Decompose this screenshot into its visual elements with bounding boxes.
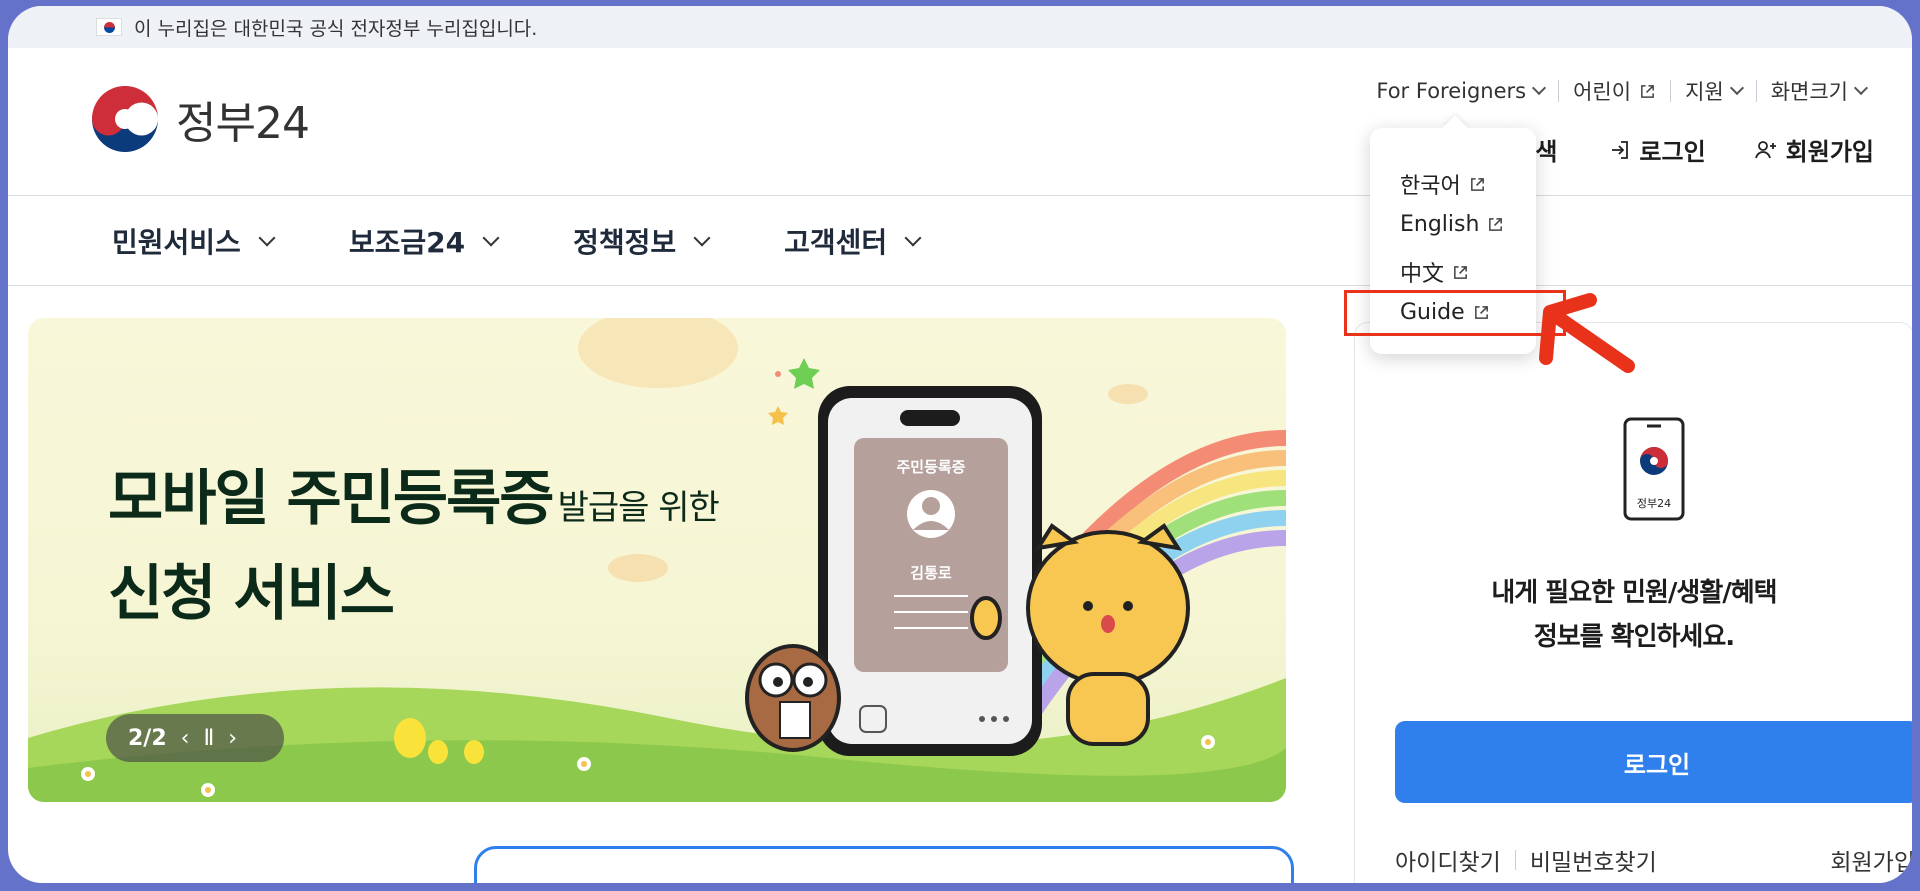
- hero-banner[interactable]: 모바일 주민등록증 발급을 위한 신청 서비스 주민등록증 김통로 2/2 ‹ …: [28, 318, 1286, 802]
- gnb-item-subsidy[interactable]: 보조금24: [348, 221, 500, 261]
- external-link-icon: [1470, 177, 1484, 191]
- kids-label: 어린이: [1573, 80, 1632, 104]
- chevron-down-icon: [693, 229, 711, 246]
- logo-text: 정부24: [176, 98, 310, 149]
- for-foreigners-label: For Foreigners: [1376, 79, 1527, 103]
- id-card-title: 주민등록증: [896, 458, 966, 476]
- for-foreigners-menu[interactable]: For Foreigners: [1376, 79, 1547, 103]
- external-link-icon: [1641, 84, 1655, 98]
- gnb-label: 고객센터: [784, 225, 888, 259]
- kids-link[interactable]: 어린이: [1573, 76, 1656, 106]
- browser-frame: 이 누리집은 대한민국 공식 전자정부 누리집입니다. 정부24 For For…: [8, 6, 1912, 883]
- gnb-label: 민원서비스: [112, 225, 241, 259]
- headline-small: 발급을 위한: [557, 488, 720, 528]
- language-option-korean[interactable]: 한국어: [1400, 168, 1486, 200]
- pager-count: 2/2: [128, 725, 167, 751]
- gnb-item-civil-service[interactable]: 민원서비스: [112, 221, 276, 261]
- panel-title: 내게 필요한 민원/생활/혜택 정보를 확인하세요.: [1355, 571, 1912, 659]
- signup-label: 회원가입: [1785, 138, 1874, 166]
- option-label: 中文: [1400, 262, 1445, 287]
- gnb-item-policy[interactable]: 정책정보: [573, 221, 711, 261]
- banner-headline: 모바일 주민등록증 발급을 위한 신청 서비스: [108, 450, 720, 632]
- login-link[interactable]: 로그인: [1609, 132, 1706, 167]
- panel-title-line1: 내게 필요한 민원/생활/혜택: [1491, 578, 1777, 608]
- support-menu[interactable]: 지원: [1685, 76, 1744, 106]
- panel-title-line2: 정보를 확인하세요.: [1533, 622, 1735, 652]
- search-box[interactable]: [474, 846, 1294, 883]
- chevron-down-icon: [1729, 80, 1744, 96]
- site-logo[interactable]: 정부24: [90, 84, 310, 154]
- screen-size-menu[interactable]: 화면크기: [1770, 76, 1869, 106]
- support-label: 지원: [1685, 80, 1724, 104]
- id-card-name: 김통로: [910, 564, 952, 582]
- banner-pager: 2/2 ‹ Ⅱ ›: [106, 714, 284, 762]
- find-id-link[interactable]: 아이디찾기: [1395, 843, 1501, 877]
- panel-signup-link[interactable]: 회원가입: [1830, 843, 1912, 877]
- phone-logo-label: 정부24: [1636, 497, 1672, 510]
- login-label: 로그인: [1639, 138, 1706, 166]
- divider: [1558, 80, 1560, 102]
- government-notice-bar: 이 누리집은 대한민국 공식 전자정부 누리집입니다.: [8, 6, 1912, 48]
- login-button[interactable]: 로그인: [1395, 721, 1912, 803]
- chevron-down-icon: [1853, 80, 1869, 96]
- external-link-icon: [1489, 218, 1503, 231]
- signup-link[interactable]: 회원가입: [1754, 132, 1874, 167]
- screen-size-label: 화면크기: [1770, 80, 1848, 104]
- chevron-down-icon: [258, 229, 276, 246]
- account-help-links: 아이디찾기 비밀번호찾기 회원가입: [1395, 843, 1912, 877]
- headline-line2: 신청 서비스: [108, 559, 395, 629]
- next-slide-icon[interactable]: ›: [228, 726, 237, 751]
- external-link-icon: [1454, 265, 1467, 279]
- prev-slide-icon[interactable]: ‹: [181, 726, 190, 751]
- utility-nav: For Foreigners 어린이 지원 화면크기: [1376, 76, 1869, 106]
- gnb-label: 정책정보: [573, 225, 677, 259]
- notice-text: 이 누리집은 대한민국 공식 전자정부 누리집입니다.: [134, 17, 538, 40]
- language-option-english[interactable]: English: [1400, 212, 1504, 237]
- login-icon: [1612, 140, 1629, 159]
- find-password-link[interactable]: 비밀번호찾기: [1530, 843, 1657, 877]
- chevron-down-icon: [482, 229, 500, 246]
- account-links: 색 로그인 회원가입: [1535, 132, 1874, 167]
- korea-flag-icon: [96, 18, 122, 36]
- login-panel: 정부24 내게 필요한 민원/생활/혜택 정보를 확인하세요. 로그인 아이디찾…: [1354, 322, 1912, 883]
- divider: [1755, 80, 1757, 102]
- option-label: English: [1400, 212, 1480, 237]
- pause-icon[interactable]: Ⅱ: [203, 726, 214, 751]
- language-option-chinese[interactable]: 中文: [1400, 256, 1469, 288]
- annotation-arrow-icon: [1539, 293, 1635, 373]
- chevron-down-icon: [904, 229, 922, 246]
- divider: [1514, 850, 1516, 870]
- gnb-item-customer-center[interactable]: 고객센터: [784, 221, 922, 261]
- headline-bold: 모바일 주민등록증: [108, 464, 554, 534]
- gnb-label: 보조금24: [348, 225, 466, 259]
- main-navigation: 민원서비스 보조금24 정책정보 고객센터: [8, 196, 1912, 286]
- option-label: 한국어: [1400, 174, 1461, 199]
- partial-menu-label[interactable]: 색: [1535, 132, 1557, 167]
- add-user-icon: [1754, 140, 1776, 158]
- chevron-down-icon: [1532, 80, 1547, 96]
- taegeuk-logo-icon: [92, 86, 158, 152]
- divider: [1670, 80, 1672, 102]
- header: 정부24 For Foreigners 어린이 지원 화면크기 색 로그인 회원…: [8, 48, 1912, 196]
